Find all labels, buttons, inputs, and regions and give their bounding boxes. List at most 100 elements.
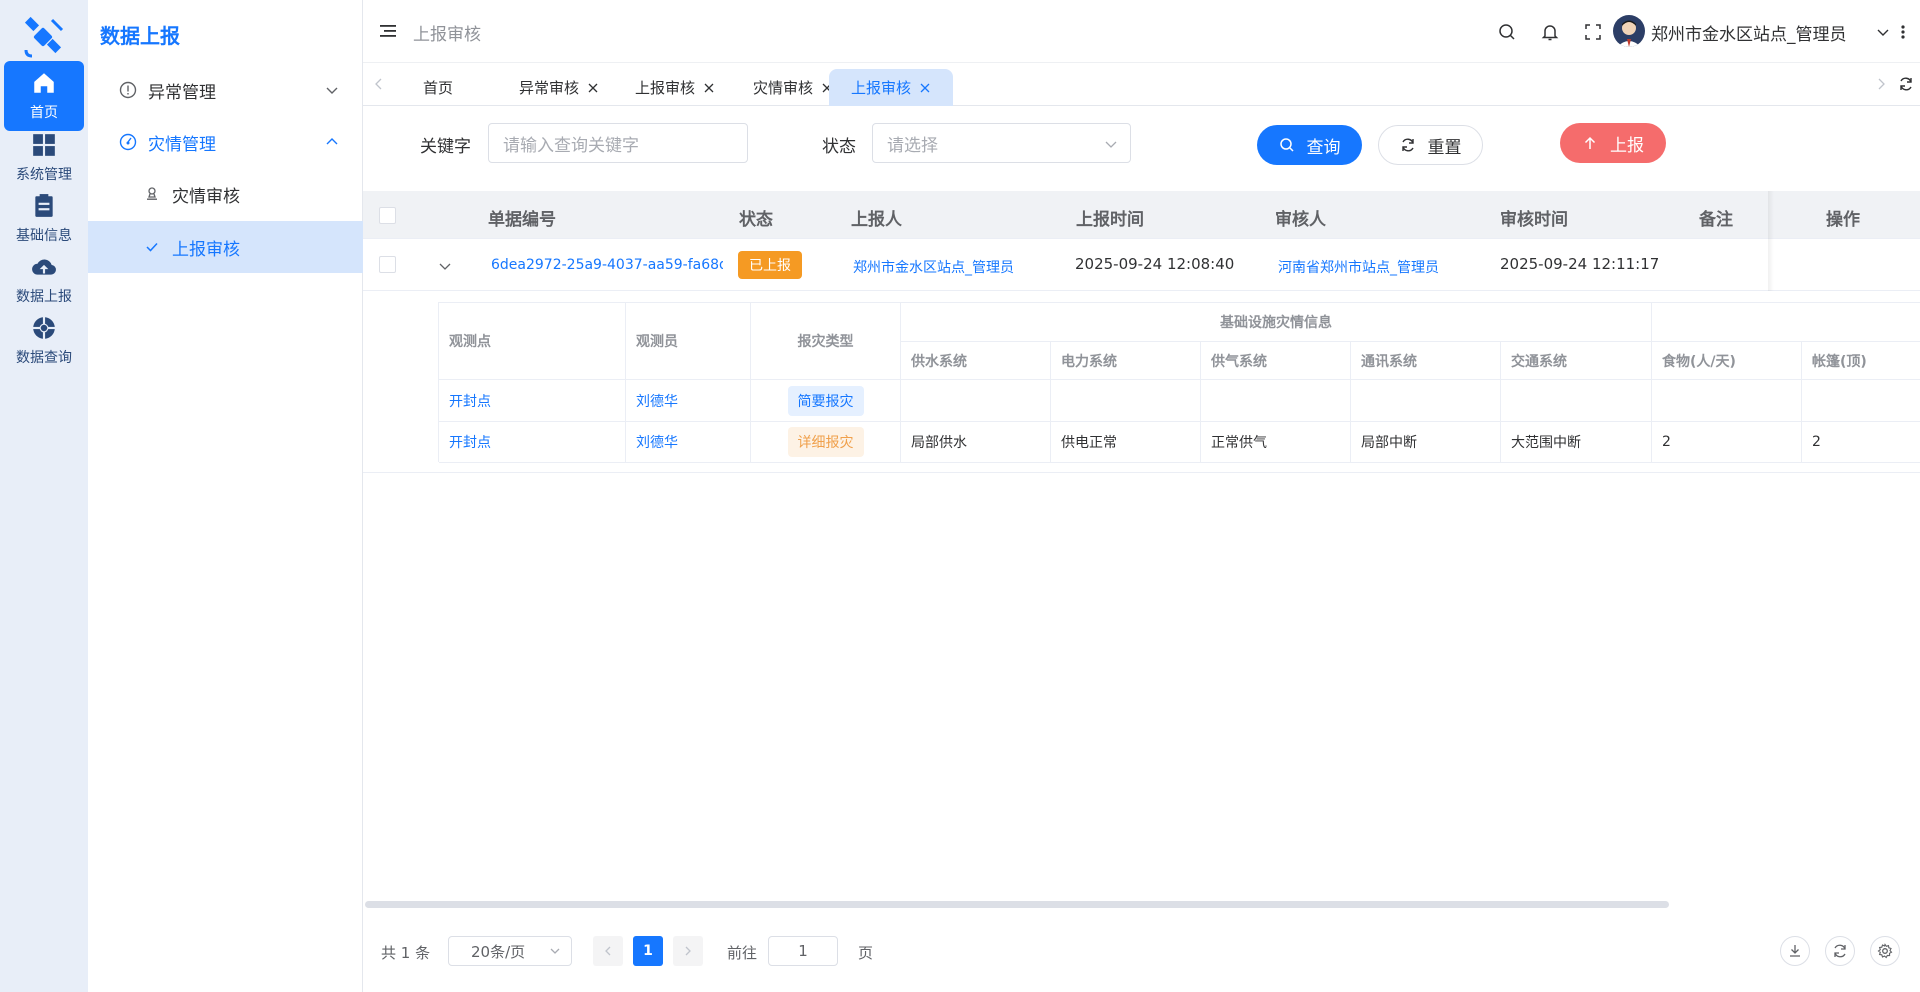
tab-label: 上报审核 — [851, 79, 912, 97]
bell-icon[interactable] — [1540, 22, 1560, 42]
tab-report-review-active[interactable]: 上报审核 — [829, 69, 954, 106]
arrow-up-icon — [1584, 136, 1596, 149]
point-link[interactable]: 开封点 — [449, 432, 491, 452]
gauge-icon — [118, 132, 138, 152]
table-row[interactable]: 6dea2972-25a9-4037-aa59-fa68da 已上报 郑州市金水… — [363, 239, 1920, 291]
expand-chevron-icon[interactable] — [438, 259, 452, 273]
check-icon — [142, 237, 162, 257]
avatar[interactable] — [1613, 15, 1645, 47]
sub-cell-food — [1652, 380, 1802, 422]
observer-link[interactable]: 刘德华 — [636, 432, 678, 452]
report-type-tag: 简要报灾 — [787, 385, 864, 416]
tab-home[interactable]: 首页 — [401, 69, 475, 106]
rail-item-data-query[interactable]: 数据查询 — [4, 306, 84, 376]
keyword-input[interactable]: 请输入查询关键字 — [488, 123, 748, 163]
sub-header-supplies-group — [1652, 303, 1920, 342]
sub-header-gas: 供气系统 — [1201, 342, 1351, 380]
status-badge: 已上报 — [738, 251, 802, 279]
close-icon[interactable] — [919, 82, 931, 94]
home-icon — [34, 73, 54, 93]
reviewer-cell[interactable]: 河南省郑州市站点_管理员 — [1278, 257, 1439, 277]
sub-cell-observer[interactable]: 刘德华 — [626, 422, 751, 463]
chevron-down-icon — [1105, 141, 1117, 148]
sub-cell-type: 详细报灾 — [751, 422, 901, 463]
chevron-right-icon — [685, 946, 691, 956]
menu-fold-icon[interactable] — [379, 22, 397, 40]
submenu-item-disaster[interactable]: 灾情管理 — [88, 116, 363, 168]
icon-rail: 首页 系统管理 基础信息 数据上报 数据查询 — [0, 0, 88, 992]
query-button[interactable]: 查询 — [1257, 125, 1362, 165]
sub-cell-food: 2 — [1652, 422, 1802, 463]
report-button[interactable]: 上报 — [1560, 123, 1666, 163]
col-header-reporter: 上报人 — [851, 210, 902, 230]
goto-page-input[interactable]: 1 — [768, 936, 838, 966]
reset-label: 重置 — [1427, 137, 1462, 158]
rail-item-system[interactable]: 系统管理 — [4, 123, 84, 193]
point-link[interactable]: 开封点 — [449, 391, 491, 411]
submenu-label: 灾情审核 — [172, 186, 240, 207]
rail-label: 数据上报 — [16, 289, 72, 305]
table-refresh-button[interactable] — [1825, 936, 1855, 966]
tabs-prev-icon[interactable] — [373, 77, 385, 91]
lifebuoy-icon — [32, 316, 56, 340]
reset-button[interactable]: 重置 — [1378, 125, 1483, 165]
tab-label: 上报审核 — [635, 79, 696, 97]
sub-cell-point[interactable]: 开封点 — [439, 422, 626, 463]
sub-cell-water — [901, 380, 1051, 422]
info-circle-icon — [118, 80, 138, 100]
chevron-down-icon[interactable] — [1876, 22, 1890, 42]
sub-cell-type: 简要报灾 — [751, 380, 901, 422]
sub-cell-point[interactable]: 开封点 — [439, 380, 626, 422]
rail-item-home[interactable]: 首页 — [4, 61, 84, 131]
total-count: 共 1 条 — [381, 944, 431, 962]
page-size-select[interactable]: 20条/页 — [448, 936, 572, 966]
tab-label: 灾情审核 — [753, 79, 814, 97]
col-header-reviewer: 审核人 — [1275, 210, 1326, 230]
close-icon[interactable] — [587, 82, 599, 94]
search-icon[interactable] — [1497, 22, 1517, 42]
report-label: 上报 — [1610, 135, 1644, 156]
more-vertical-icon[interactable] — [1899, 22, 1907, 42]
sub-cell-power: 供电正常 — [1051, 422, 1201, 463]
tabs-next-icon[interactable] — [1875, 77, 1887, 91]
chevron-up-icon — [326, 138, 338, 145]
horizontal-scrollbar[interactable] — [365, 901, 1669, 908]
refresh-icon[interactable] — [1898, 76, 1914, 92]
sub-cell-tent: 2 — [1802, 422, 1920, 463]
rail-item-basic-info[interactable]: 基础信息 — [4, 184, 84, 254]
user-name[interactable]: 郑州市金水区站点_管理员 — [1651, 20, 1847, 45]
close-icon[interactable] — [703, 82, 715, 94]
observer-link[interactable]: 刘德华 — [636, 391, 678, 411]
reporter-cell[interactable]: 郑州市金水区站点_管理员 — [853, 257, 1014, 277]
next-page-button[interactable] — [673, 936, 703, 966]
sub-header-tent: 帐篷(顶) — [1802, 342, 1920, 380]
submenu-label: 异常管理 — [148, 82, 216, 103]
row-checkbox[interactable] — [379, 256, 396, 273]
tab-report-review[interactable]: 上报审核 — [613, 69, 737, 106]
submenu-item-report-review[interactable]: 上报审核 — [88, 221, 363, 273]
status-select[interactable]: 请选择 — [872, 123, 1131, 163]
table-header: 单据编号 状态 上报人 上报时间 审核人 审核时间 备注 操作 — [363, 191, 1920, 239]
submenu-item-disaster-review[interactable]: 灾情审核 — [88, 168, 363, 220]
status-label: 状态 — [822, 137, 856, 157]
prev-page-button[interactable] — [593, 936, 623, 966]
tabs-bar: 首页 异常审核 上报审核 灾情审核 上报审核 — [363, 63, 1920, 106]
col-header-status: 状态 — [739, 210, 773, 230]
tab-anomaly-review[interactable]: 异常审核 — [497, 69, 621, 106]
report-time-cell: 2025-09-24 12:08:40 — [1075, 255, 1235, 273]
table-settings-button[interactable] — [1870, 936, 1900, 966]
submenu-item-anomaly[interactable]: 异常管理 — [88, 64, 363, 116]
rail-item-data-report[interactable]: 数据上报 — [4, 245, 84, 315]
sub-header-traffic: 交通系统 — [1501, 342, 1652, 380]
page-suffix: 页 — [858, 944, 874, 962]
cloud-upload-icon — [32, 259, 56, 275]
submenu-title: 数据上报 — [100, 24, 180, 48]
sub-cell-observer[interactable]: 刘德华 — [626, 380, 751, 422]
fullscreen-icon[interactable] — [1583, 22, 1603, 42]
sub-header-observer: 观测员 — [626, 303, 751, 380]
download-button[interactable] — [1780, 936, 1810, 966]
select-all-checkbox[interactable] — [379, 207, 396, 224]
submenu-label: 上报审核 — [172, 239, 240, 260]
page-number-current[interactable]: 1 — [633, 936, 663, 966]
record-id[interactable]: 6dea2972-25a9-4037-aa59-fa68da — [491, 257, 723, 273]
